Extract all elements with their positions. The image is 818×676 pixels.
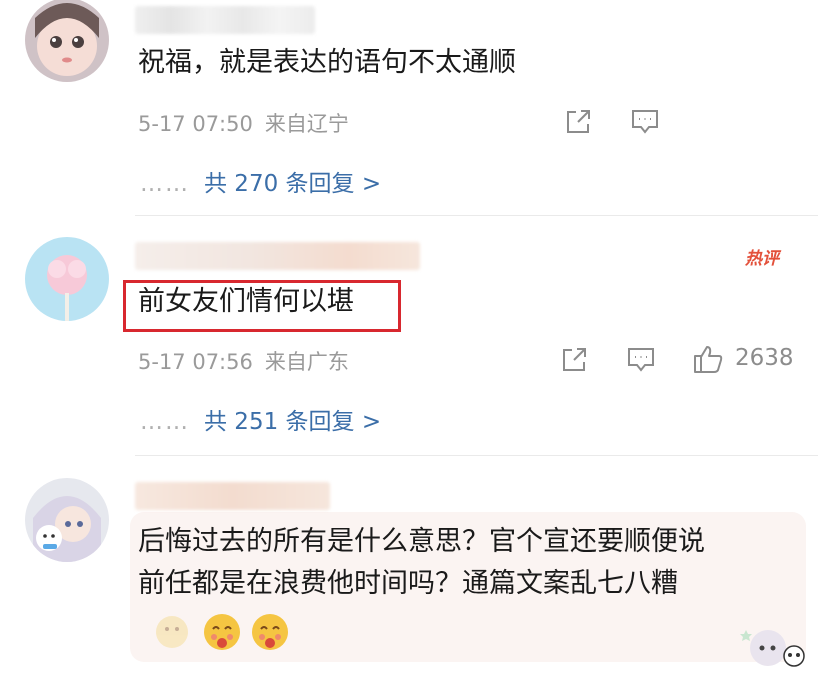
- emoji-icon: [252, 614, 288, 650]
- reply-dots: ……: [140, 171, 190, 197]
- view-replies-link[interactable]: …… 共 251 条回复 >: [140, 402, 381, 436]
- reply-dots: ……: [140, 409, 190, 435]
- emoji-icon: [156, 616, 188, 648]
- comment-meta: 5-17 07:56 来自广东: [138, 346, 349, 376]
- replies-count-label: 共 270 条回复 >: [204, 171, 382, 197]
- bubble-decoration-sticker: [740, 620, 810, 676]
- hot-comment-badge: 热评: [745, 249, 779, 269]
- comment-text: 祝福，就是表达的语句不太通顺: [138, 47, 516, 78]
- share-icon[interactable]: [564, 108, 592, 140]
- emoji-icon: [204, 614, 240, 650]
- username-blurred[interactable]: [135, 6, 315, 34]
- like-icon[interactable]: [692, 343, 724, 379]
- username-blurred[interactable]: [135, 242, 420, 270]
- avatar[interactable]: [25, 0, 109, 82]
- like-count: 2638: [735, 345, 794, 371]
- comment-date: 5-17 07:50: [138, 112, 253, 136]
- avatar[interactable]: [25, 478, 109, 562]
- view-replies-link[interactable]: …… 共 270 条回复 >: [140, 164, 381, 198]
- comment-text-line-1: 后悔过去的所有是什么意思？官个宣还要顺便说: [138, 526, 705, 557]
- username-blurred[interactable]: [135, 482, 330, 510]
- share-icon[interactable]: [560, 346, 588, 378]
- comment-text-line-2: 前任都是在浪费他时间吗？通篇文案乱七八糟: [138, 568, 678, 599]
- comment-icon[interactable]: [630, 108, 660, 140]
- avatar[interactable]: [25, 237, 109, 321]
- divider: [135, 215, 818, 216]
- divider: [135, 455, 818, 456]
- replies-count-label: 共 251 条回复 >: [204, 409, 382, 435]
- comment-location: 来自辽宁: [264, 112, 349, 136]
- emoji-row: [150, 610, 300, 654]
- highlight-box: [123, 280, 401, 332]
- comment-location: 来自广东: [264, 350, 349, 374]
- comment-date: 5-17 07:56: [138, 350, 253, 374]
- comment-1: 祝福，就是表达的语句不太通顺 5-17 07:50 来自辽宁 …… 共 270 条回…: [0, 0, 818, 215]
- comment-icon[interactable]: [626, 346, 656, 378]
- comment-meta: 5-17 07:50 来自辽宁: [138, 108, 349, 138]
